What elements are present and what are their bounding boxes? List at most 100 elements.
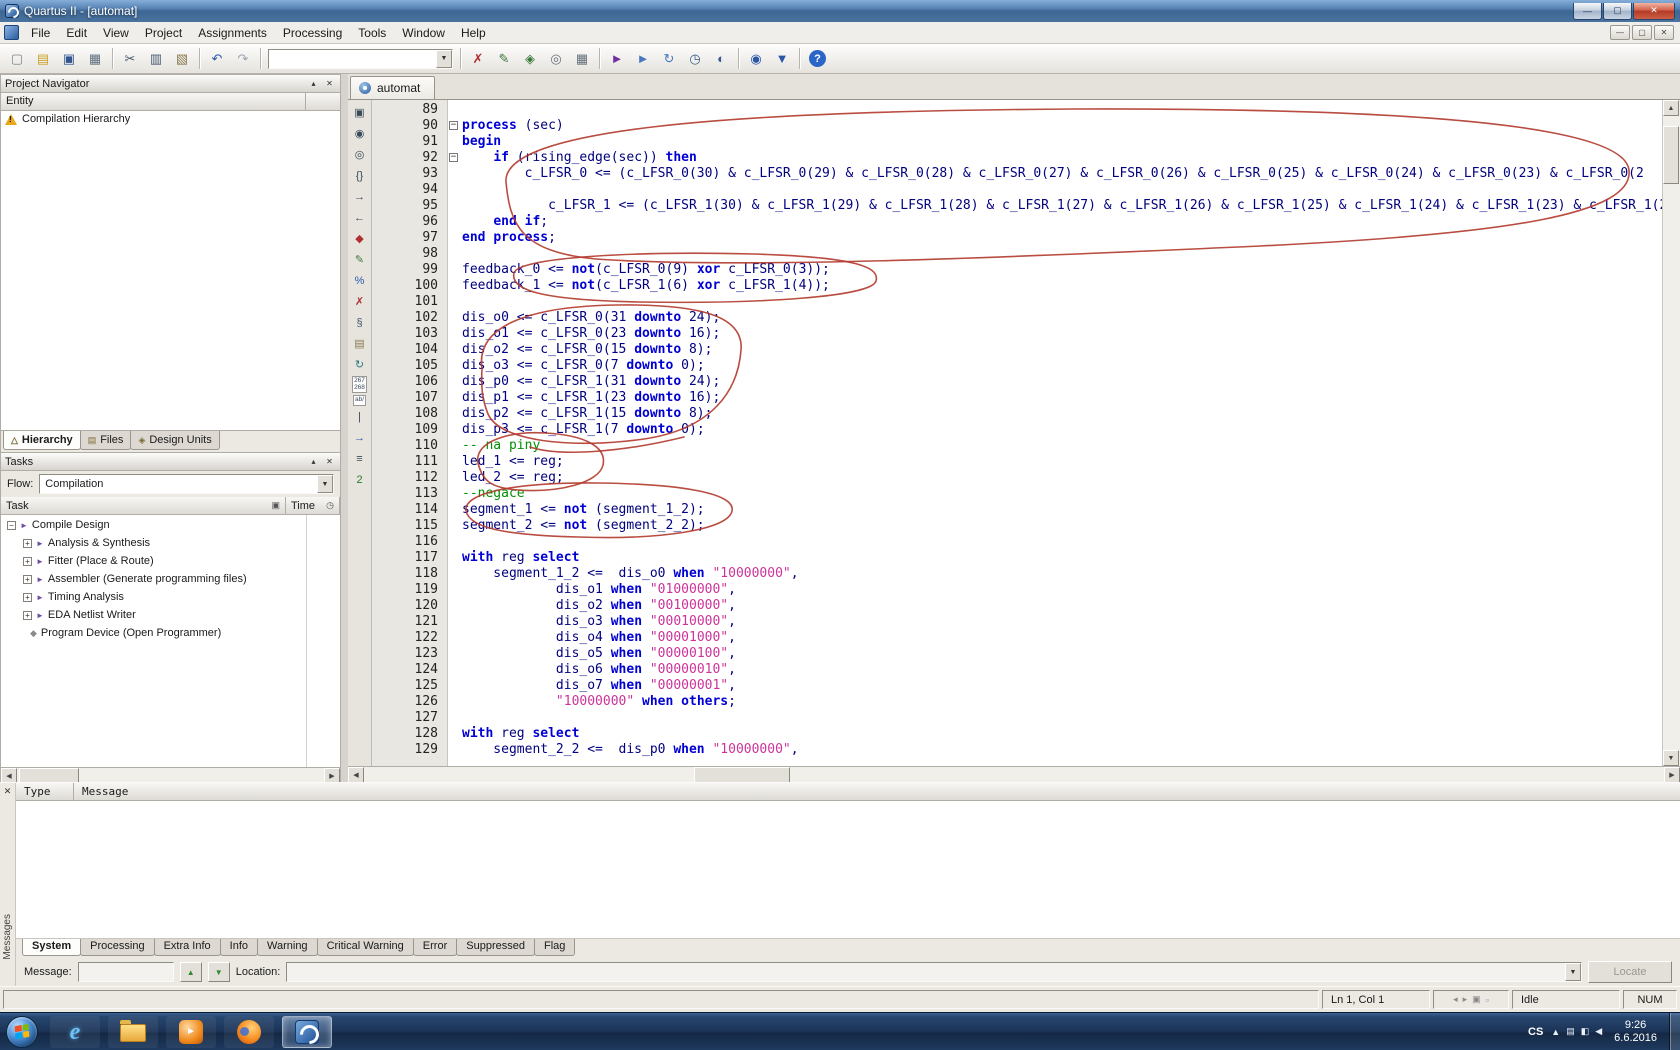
- expand-icon[interactable]: +: [23, 557, 32, 566]
- panel-pin-icon[interactable]: ▴: [307, 77, 320, 90]
- code-line[interactable]: dis_p2 <= c_LFSR_1(15 downto 8);: [448, 406, 1662, 422]
- code-line[interactable]: led_2 <= reg;: [448, 470, 1662, 486]
- menu-item-window[interactable]: Window: [394, 23, 453, 43]
- code-line[interactable]: dis_o2 when "00100000",: [448, 598, 1662, 614]
- code-line[interactable]: feedback_1 <= not(c_LFSR_1(6) xor c_LFSR…: [448, 278, 1662, 294]
- copy-icon[interactable]: ▥: [143, 47, 169, 71]
- collapse-icon[interactable]: −: [7, 521, 16, 530]
- menu-item-file[interactable]: File: [23, 23, 58, 43]
- tasks-horizontal-scrollbar[interactable]: ◀ ▶: [1, 767, 340, 783]
- message-tab-warning[interactable]: Warning: [257, 939, 318, 956]
- task-column-header[interactable]: Task ▣: [1, 497, 286, 514]
- cursor-column-icon[interactable]: |: [349, 408, 371, 427]
- code-line[interactable]: with reg select: [448, 726, 1662, 742]
- panel-close-icon[interactable]: ✕: [323, 455, 336, 468]
- next-message-button[interactable]: ▼: [208, 962, 230, 982]
- word-wrap-icon[interactable]: ab/: [353, 395, 366, 406]
- code-line[interactable]: dis_o5 when "00000100",: [448, 646, 1662, 662]
- locate-button[interactable]: Locate: [1588, 961, 1672, 983]
- outdent-icon[interactable]: ←: [349, 208, 371, 227]
- code-line[interactable]: [448, 182, 1662, 198]
- combo-arrow-icon[interactable]: ▼: [1565, 963, 1581, 981]
- start-analysis-icon[interactable]: ►: [630, 47, 656, 71]
- code-line[interactable]: dis_o3 when "00010000",: [448, 614, 1662, 630]
- message-tab-critical-warning[interactable]: Critical Warning: [317, 939, 414, 956]
- language-indicator[interactable]: CS: [1528, 1026, 1543, 1038]
- previous-message-button[interactable]: ▲: [180, 962, 202, 982]
- message-tab-flag[interactable]: Flag: [534, 939, 575, 956]
- tab-design-units[interactable]: ◈Design Units: [130, 431, 219, 450]
- panel-pin-icon[interactable]: ▴: [307, 455, 320, 468]
- goto-next-message-icon[interactable]: ▸: [1463, 994, 1468, 1005]
- menu-item-processing[interactable]: Processing: [275, 23, 350, 43]
- task-row-eda-netlist-writer[interactable]: +►EDA Netlist Writer: [1, 606, 340, 624]
- redo-icon[interactable]: ↷: [230, 47, 256, 71]
- volume-icon[interactable]: ◀: [1595, 1026, 1602, 1037]
- mdi-close-button[interactable]: ✕: [1654, 25, 1674, 40]
- locate-in-source-icon[interactable]: ▣: [1472, 994, 1481, 1005]
- line-number-icon[interactable]: 267 268: [352, 376, 367, 393]
- code-line[interactable]: [448, 534, 1662, 550]
- combo-arrow-icon[interactable]: ▼: [317, 475, 333, 493]
- expand-icon[interactable]: +: [23, 539, 32, 548]
- location-combobox[interactable]: ▼: [286, 962, 1582, 982]
- tab-hierarchy[interactable]: △Hierarchy: [3, 431, 81, 450]
- code-line[interactable]: dis_o1 <= c_LFSR_0(23 downto 16);: [448, 326, 1662, 342]
- maximize-button[interactable]: ▢: [1603, 3, 1632, 20]
- code-line[interactable]: [448, 294, 1662, 310]
- code-line[interactable]: end process;: [448, 230, 1662, 246]
- code-line[interactable]: --negace: [448, 486, 1662, 502]
- code-line[interactable]: −process (sec): [448, 118, 1662, 134]
- code-line[interactable]: dis_o0 <= c_LFSR_0(31 downto 24);: [448, 310, 1662, 326]
- find-icon[interactable]: ◉: [349, 124, 371, 143]
- code-line[interactable]: c_LFSR_0 <= (c_LFSR_0(30) & c_LFSR_0(29)…: [448, 166, 1662, 182]
- code-line[interactable]: begin: [448, 134, 1662, 150]
- start-compilation-icon[interactable]: ►: [604, 47, 630, 71]
- task-row-assembler-generate-programming-files[interactable]: +►Assembler (Generate programming files): [1, 570, 340, 588]
- device-icon[interactable]: ▦: [569, 47, 595, 71]
- code-editor[interactable]: −process (sec)begin− if (rising_edge(sec…: [448, 100, 1662, 766]
- mdi-restore-button[interactable]: ▢: [1632, 25, 1652, 40]
- simulator-icon[interactable]: ◐: [708, 47, 734, 71]
- programmer-icon[interactable]: ▼: [769, 47, 795, 71]
- percent-icon[interactable]: %: [349, 271, 371, 290]
- open-file-icon[interactable]: ▤: [30, 47, 56, 71]
- code-line[interactable]: dis_p0 <= c_LFSR_1(31 downto 24);: [448, 374, 1662, 390]
- hidden-icons-button[interactable]: ▲: [1551, 1027, 1560, 1037]
- close-button[interactable]: ✕: [1633, 3, 1675, 20]
- taskbar-clock[interactable]: 9:26 6.6.2016: [1610, 1019, 1661, 1045]
- scroll-left-icon[interactable]: ◀: [348, 767, 364, 783]
- fold-collapse-icon[interactable]: −: [449, 153, 458, 162]
- menu-item-tools[interactable]: Tools: [350, 23, 394, 43]
- document-system-menu-icon[interactable]: [4, 25, 19, 40]
- help-icon[interactable]: ?: [809, 50, 826, 67]
- start-button[interactable]: [6, 1016, 38, 1048]
- stop-processing-icon[interactable]: ✗: [465, 47, 491, 71]
- flow-combobox[interactable]: Compilation ▼: [39, 474, 334, 494]
- time-column-header[interactable]: Time ◷: [286, 497, 340, 514]
- comment-icon[interactable]: ≡: [349, 450, 371, 469]
- settings-icon[interactable]: ◎: [543, 47, 569, 71]
- task-row-compile-design[interactable]: −►Compile Design: [1, 516, 340, 534]
- assignment-editor-icon[interactable]: ✎: [491, 47, 517, 71]
- code-line[interactable]: dis_o4 when "00001000",: [448, 630, 1662, 646]
- indent-icon[interactable]: →: [349, 187, 371, 206]
- scroll-down-icon[interactable]: ▼: [1663, 750, 1679, 766]
- scroll-right-icon[interactable]: ▶: [1664, 767, 1680, 783]
- syntax-error-icon[interactable]: ✗: [349, 292, 371, 311]
- code-line[interactable]: dis_o3 <= c_LFSR_0(7 downto 0);: [448, 358, 1662, 374]
- menu-item-assignments[interactable]: Assignments: [190, 23, 275, 43]
- tree-item-compilation-hierarchy[interactable]: Compilation Hierarchy: [1, 111, 340, 127]
- code-line[interactable]: [448, 710, 1662, 726]
- show-desktop-button[interactable]: [1669, 1013, 1680, 1050]
- minimize-button[interactable]: —: [1573, 3, 1602, 20]
- task-row-analysis-synthesis[interactable]: +►Analysis & Synthesis: [1, 534, 340, 552]
- code-line[interactable]: dis_p3 <= c_LFSR_1(7 downto 0);: [448, 422, 1662, 438]
- tab-automat[interactable]: automat: [350, 76, 435, 99]
- netlist-viewer-icon[interactable]: ◉: [743, 47, 769, 71]
- code-line[interactable]: segment_2 <= not (segment_2_2);: [448, 518, 1662, 534]
- message-tab-suppressed[interactable]: Suppressed: [456, 939, 535, 956]
- code-line[interactable]: − if (rising_edge(sec)) then: [448, 150, 1662, 166]
- goto-line-icon[interactable]: →: [349, 429, 371, 448]
- message-tab-processing[interactable]: Processing: [80, 939, 154, 956]
